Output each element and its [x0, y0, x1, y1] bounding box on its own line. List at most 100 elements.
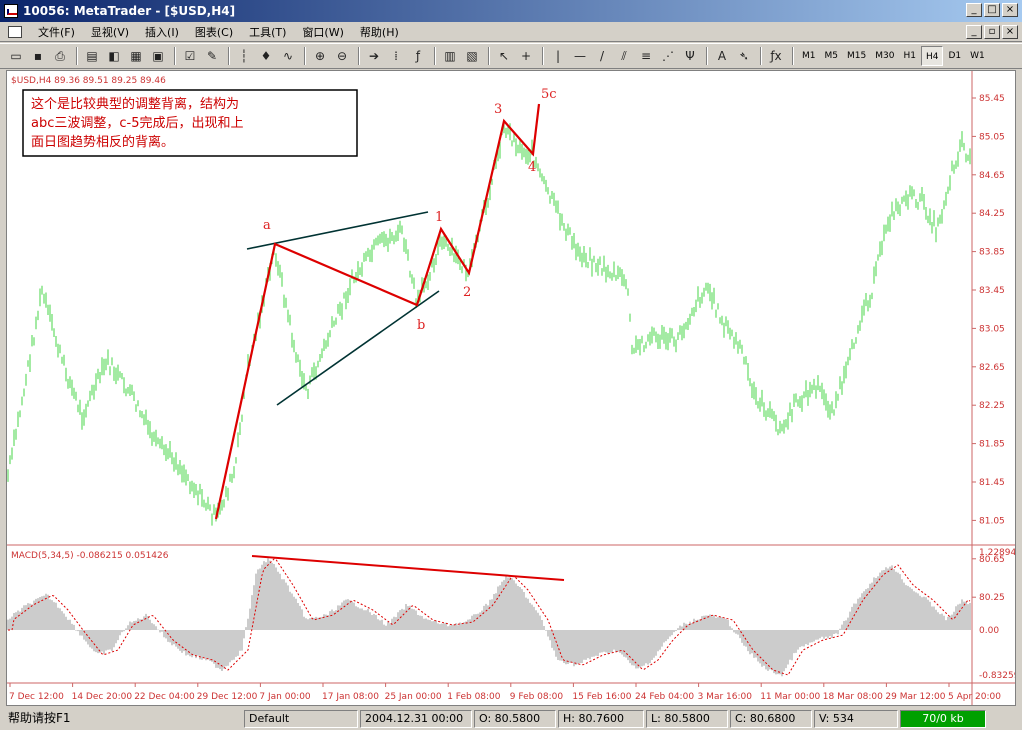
wave-path[interactable]: [214, 103, 541, 520]
gann-icon[interactable]: ⋰: [658, 46, 678, 66]
time-axis-label: 17 Jan 08:00: [322, 692, 379, 702]
wave-label-4: 4: [528, 160, 536, 175]
app-icon: [4, 4, 18, 18]
price-axis-label: 85.05: [979, 132, 1005, 142]
menu-bar: 文件(F) 显视(V) 插入(I) 图表(C) 工具(T) 窗口(W) 帮助(H…: [0, 22, 1022, 42]
crosshair-icon[interactable]: +: [516, 46, 536, 66]
macd-signal-line: [8, 558, 971, 676]
price-axis-label: 84.65: [979, 171, 1005, 181]
status-open: O: 80.5800: [474, 710, 556, 728]
doc-close-icon[interactable]: ×: [1002, 25, 1018, 39]
template-icon[interactable]: ▥: [440, 46, 460, 66]
macd-pane: [7, 558, 971, 677]
annotation-line-2: abc三波调整，c-5完成后，出现和上: [31, 116, 243, 131]
timeframe-m30[interactable]: M30: [871, 46, 898, 66]
doc-restore-icon[interactable]: ▫: [984, 25, 1000, 39]
custom-indicator-icon[interactable]: ƒx: [766, 46, 786, 66]
menu-window[interactable]: 窗口(W): [294, 24, 351, 40]
zoom-out-icon[interactable]: ⊖: [332, 46, 352, 66]
properties-icon[interactable]: ☑: [180, 46, 200, 66]
chart-shift-icon[interactable]: ⁞: [386, 46, 406, 66]
toolbar-separator: [228, 47, 230, 65]
macd-label: MACD(5,34,5) -0.086215 0.051426: [11, 551, 169, 561]
wave-label-2: 2: [463, 285, 471, 300]
arrows-icon[interactable]: ➴: [734, 46, 754, 66]
toolbar-separator: [358, 47, 360, 65]
wave-label-a: a: [263, 218, 271, 233]
autoscroll-icon[interactable]: ➔: [364, 46, 384, 66]
price-axis-label: 85.45: [979, 94, 1005, 104]
toolbar: ▭ ▪ ⎙ ▤ ◧ ▦ ▣ ☑ ✎ ┆ ♦ ∿ ⊕ ⊖ ➔ ⁞ ƒ ▥ ▧ ↖ …: [0, 43, 1022, 69]
time-axis-label: 3 Mar 16:00: [698, 692, 753, 702]
toolbar-separator: [706, 47, 708, 65]
menu-view[interactable]: 显视(V): [83, 24, 137, 40]
time-axis-label: 29 Mar 12:00: [885, 692, 945, 702]
price-axis-label: 83.45: [979, 286, 1005, 296]
minimize-icon[interactable]: _: [966, 3, 982, 17]
candlestick-icon[interactable]: ♦: [256, 46, 276, 66]
time-axis-label: 1 Feb 08:00: [447, 692, 501, 702]
document-icon[interactable]: [8, 25, 22, 38]
timeframe-m5[interactable]: M5: [821, 46, 843, 66]
print-icon[interactable]: ⎙: [50, 46, 70, 66]
chart-window[interactable]: $USD,H4 89.36 89.51 89.25 89.46 这个是比较典型的…: [6, 70, 1016, 706]
time-axis-label: 11 Mar 00:00: [760, 692, 820, 702]
status-profile[interactable]: Default: [244, 710, 358, 728]
close-icon[interactable]: ×: [1002, 3, 1018, 17]
timeframe-h1[interactable]: H1: [899, 46, 920, 66]
text-icon[interactable]: A: [712, 46, 732, 66]
horizontal-line-icon[interactable]: —: [570, 46, 590, 66]
window-title: 10056: MetaTrader - [$USD,H4]: [23, 4, 236, 18]
doc-minimize-icon[interactable]: _: [966, 25, 982, 39]
status-datetime: 2004.12.31 00:00: [360, 710, 472, 728]
price-axis-label: 82.25: [979, 401, 1005, 411]
timeframe-d1[interactable]: D1: [944, 46, 965, 66]
vertical-line-icon[interactable]: |: [548, 46, 568, 66]
status-low: L: 80.5800: [646, 710, 728, 728]
toolbar-separator: [488, 47, 490, 65]
save-icon[interactable]: ▪: [28, 46, 48, 66]
menu-tools[interactable]: 工具(T): [241, 24, 294, 40]
price-chart[interactable]: $USD,H4 89.36 89.51 89.25 89.46 这个是比较典型的…: [7, 71, 1015, 705]
toolbar-separator: [174, 47, 176, 65]
terminal-icon[interactable]: ▣: [148, 46, 168, 66]
pitchfork-icon[interactable]: Ψ: [680, 46, 700, 66]
maximize-icon[interactable]: □: [984, 3, 1000, 17]
channel-icon[interactable]: ⫽: [614, 46, 634, 66]
annotation-line-1: 这个是比较典型的调整背离，结构为: [31, 96, 239, 112]
market-watch-icon[interactable]: ▤: [82, 46, 102, 66]
fibo-fan-icon[interactable]: ≡: [636, 46, 656, 66]
bar-chart-icon[interactable]: ┆: [234, 46, 254, 66]
macd-divergence-line[interactable]: [251, 555, 565, 581]
wave-label-5c: 5c: [541, 87, 557, 102]
menu-charts[interactable]: 图表(C): [187, 24, 241, 40]
wave-label-1: 1: [435, 210, 443, 225]
timeframe-w1[interactable]: W1: [966, 46, 989, 66]
price-axis-label: 83.05: [979, 324, 1005, 334]
menu-help[interactable]: 帮助(H): [352, 24, 407, 40]
price-axis-label: 80.25: [979, 593, 1005, 603]
line-chart-icon[interactable]: ∿: [278, 46, 298, 66]
macd-axis-max: 1.22894: [979, 548, 1015, 558]
cursor-icon[interactable]: ↖: [494, 46, 514, 66]
new-chart-icon[interactable]: ▭: [6, 46, 26, 66]
navigator-icon[interactable]: ▦: [126, 46, 146, 66]
status-help: 帮助请按F1: [8, 711, 71, 725]
menu-file[interactable]: 文件(F): [30, 24, 83, 40]
price-axis-label: 82.65: [979, 363, 1005, 373]
trendline-icon[interactable]: /: [592, 46, 612, 66]
status-high: H: 80.7600: [558, 710, 644, 728]
channel-lower-line[interactable]: [276, 290, 440, 406]
toolbar-separator: [792, 47, 794, 65]
expert-icon[interactable]: ✎: [202, 46, 222, 66]
price-axis-label: 81.85: [979, 440, 1005, 450]
data-window-icon[interactable]: ◧: [104, 46, 124, 66]
timeframe-h4[interactable]: H4: [920, 46, 944, 66]
menu-insert[interactable]: 插入(I): [137, 24, 187, 40]
zoom-in-icon[interactable]: ⊕: [310, 46, 330, 66]
timeframe-m1[interactable]: M1: [798, 46, 820, 66]
timeframe-m15[interactable]: M15: [843, 46, 870, 66]
window-controls: _ □ ×: [966, 3, 1018, 17]
indicators-icon[interactable]: ƒ: [408, 46, 428, 66]
period-icon[interactable]: ▧: [462, 46, 482, 66]
